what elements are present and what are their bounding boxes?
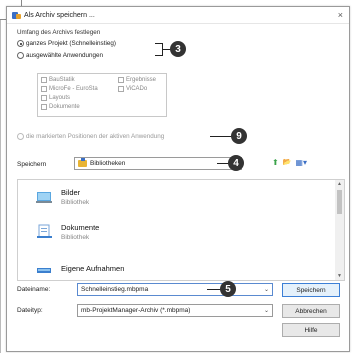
chevron-down-icon[interactable]: ⌄	[264, 286, 269, 293]
help-button[interactable]: Hilfe	[282, 323, 340, 337]
filename-value: Schnelleinstieg.mbpma	[81, 286, 149, 293]
save-button[interactable]: Speichern	[282, 283, 340, 297]
app-icon	[12, 11, 21, 20]
filetype-select[interactable]: mb-ProjektManager-Archiv (*.mbpma) ⌄	[77, 304, 273, 317]
up-folder-icon[interactable]: ⬆	[272, 158, 279, 167]
background-edge	[0, 20, 1, 353]
radio-project[interactable]: ganzes Projekt (Schnelleinstieg)	[17, 40, 116, 47]
callout-3: 3	[170, 41, 186, 57]
callout-4: 4	[228, 155, 244, 171]
chevron-down-icon[interactable]: ⌄	[264, 307, 269, 314]
scope-group-label: Umfang des Archivs festlegen	[17, 29, 101, 36]
item-type: Bibliothek	[61, 199, 90, 206]
callout-9: 9	[231, 128, 247, 144]
callout-5: 5	[220, 281, 236, 297]
recordings-library-icon	[36, 260, 54, 276]
filename-label: Dateiname:	[17, 286, 51, 293]
app-label: MicroFe - EuroSta	[49, 86, 98, 92]
scroll-down-icon[interactable]: ▼	[337, 273, 342, 279]
callout-9-line	[210, 136, 232, 138]
radio-marked-positions-label: die markierten Positionen der aktiven An…	[26, 133, 165, 140]
close-icon[interactable]: ×	[338, 10, 343, 20]
app-checkbox-dokumente[interactable]: Dokumente	[41, 104, 80, 110]
bracket-scope	[155, 43, 163, 56]
app-checkbox-microfe[interactable]: MicroFe - EuroSta	[41, 86, 98, 92]
checkbox[interactable]	[118, 86, 124, 92]
file-list[interactable]: Bilder Bibliothek Dokumente Bibliothek E…	[17, 179, 345, 281]
list-item[interactable]: Bilder Bibliothek	[36, 188, 89, 206]
item-name: Dokumente	[61, 223, 100, 232]
app-checkbox-vicado[interactable]: ViCADo	[118, 86, 147, 92]
item-type: Bibliothek	[61, 234, 90, 241]
list-item[interactable]: Eigene Aufnahmen	[36, 260, 124, 276]
title-bar: Als Archiv speichern ... ×	[7, 7, 349, 24]
app-label: ViCADo	[126, 86, 148, 92]
new-folder-icon[interactable]: 📂	[283, 158, 292, 167]
app-label: Layouts	[49, 95, 71, 101]
save-as-archive-dialog: Als Archiv speichern ... × Umfang des Ar…	[6, 6, 350, 352]
checkbox[interactable]	[41, 104, 47, 110]
app-checkbox-layouts[interactable]: Layouts	[41, 95, 70, 101]
view-menu-icon[interactable]: ▦▾	[295, 158, 307, 167]
libraries-icon	[78, 158, 87, 167]
save-location-value: Bibliotheken	[90, 160, 126, 167]
item-name: Eigene Aufnahmen	[61, 263, 125, 273]
app-checkbox-baustatik[interactable]: BauStatik	[41, 77, 75, 83]
radio-project-dot[interactable]	[17, 40, 24, 47]
checkbox[interactable]	[41, 95, 47, 101]
filetype-label: Dateityp:	[17, 307, 43, 314]
app-checkbox-ergebnisse[interactable]: Ergebnisse	[118, 77, 156, 83]
radio-selected-apps[interactable]: ausgewählte Anwendungen	[17, 52, 103, 59]
app-label: BauStatik	[49, 77, 75, 83]
scroll-up-icon[interactable]: ▲	[337, 181, 342, 187]
radio-marked-positions: die markierten Positionen der aktiven An…	[17, 133, 164, 140]
window-title: Als Archiv speichern ...	[24, 11, 95, 19]
checkbox[interactable]	[118, 77, 124, 83]
applications-list: BauStatik MicroFe - EuroSta Layouts Doku…	[37, 73, 167, 117]
documents-library-icon	[36, 224, 54, 240]
filetype-value: mb-ProjektManager-Archiv (*.mbpma)	[81, 307, 191, 314]
radio-selected-apps-label: ausgewählte Anwendungen	[26, 52, 104, 59]
pictures-library-icon	[36, 189, 54, 205]
radio-project-label: ganzes Projekt (Schnelleinstieg)	[26, 40, 116, 47]
item-name: Bilder	[61, 188, 81, 197]
app-label: Ergebnisse	[126, 77, 157, 83]
save-location-label: Speichern	[17, 161, 47, 168]
location-toolbar: ⬆ 📂 ▦▾	[272, 158, 307, 167]
app-label: Dokumente	[49, 104, 80, 110]
scrollbar-thumb[interactable]	[337, 190, 342, 214]
radio-marked-positions-dot	[17, 133, 24, 140]
file-list-scrollbar[interactable]: ▲ ▼	[335, 180, 344, 280]
filename-input[interactable]: Schnelleinstieg.mbpma ⌄	[77, 283, 273, 296]
cancel-button[interactable]: Abbrechen	[282, 304, 340, 318]
callout-5-line	[207, 289, 221, 291]
radio-selected-apps-dot[interactable]	[17, 52, 24, 59]
checkbox[interactable]	[41, 86, 47, 92]
list-item[interactable]: Dokumente Bibliothek	[36, 223, 99, 241]
checkbox[interactable]	[41, 77, 47, 83]
